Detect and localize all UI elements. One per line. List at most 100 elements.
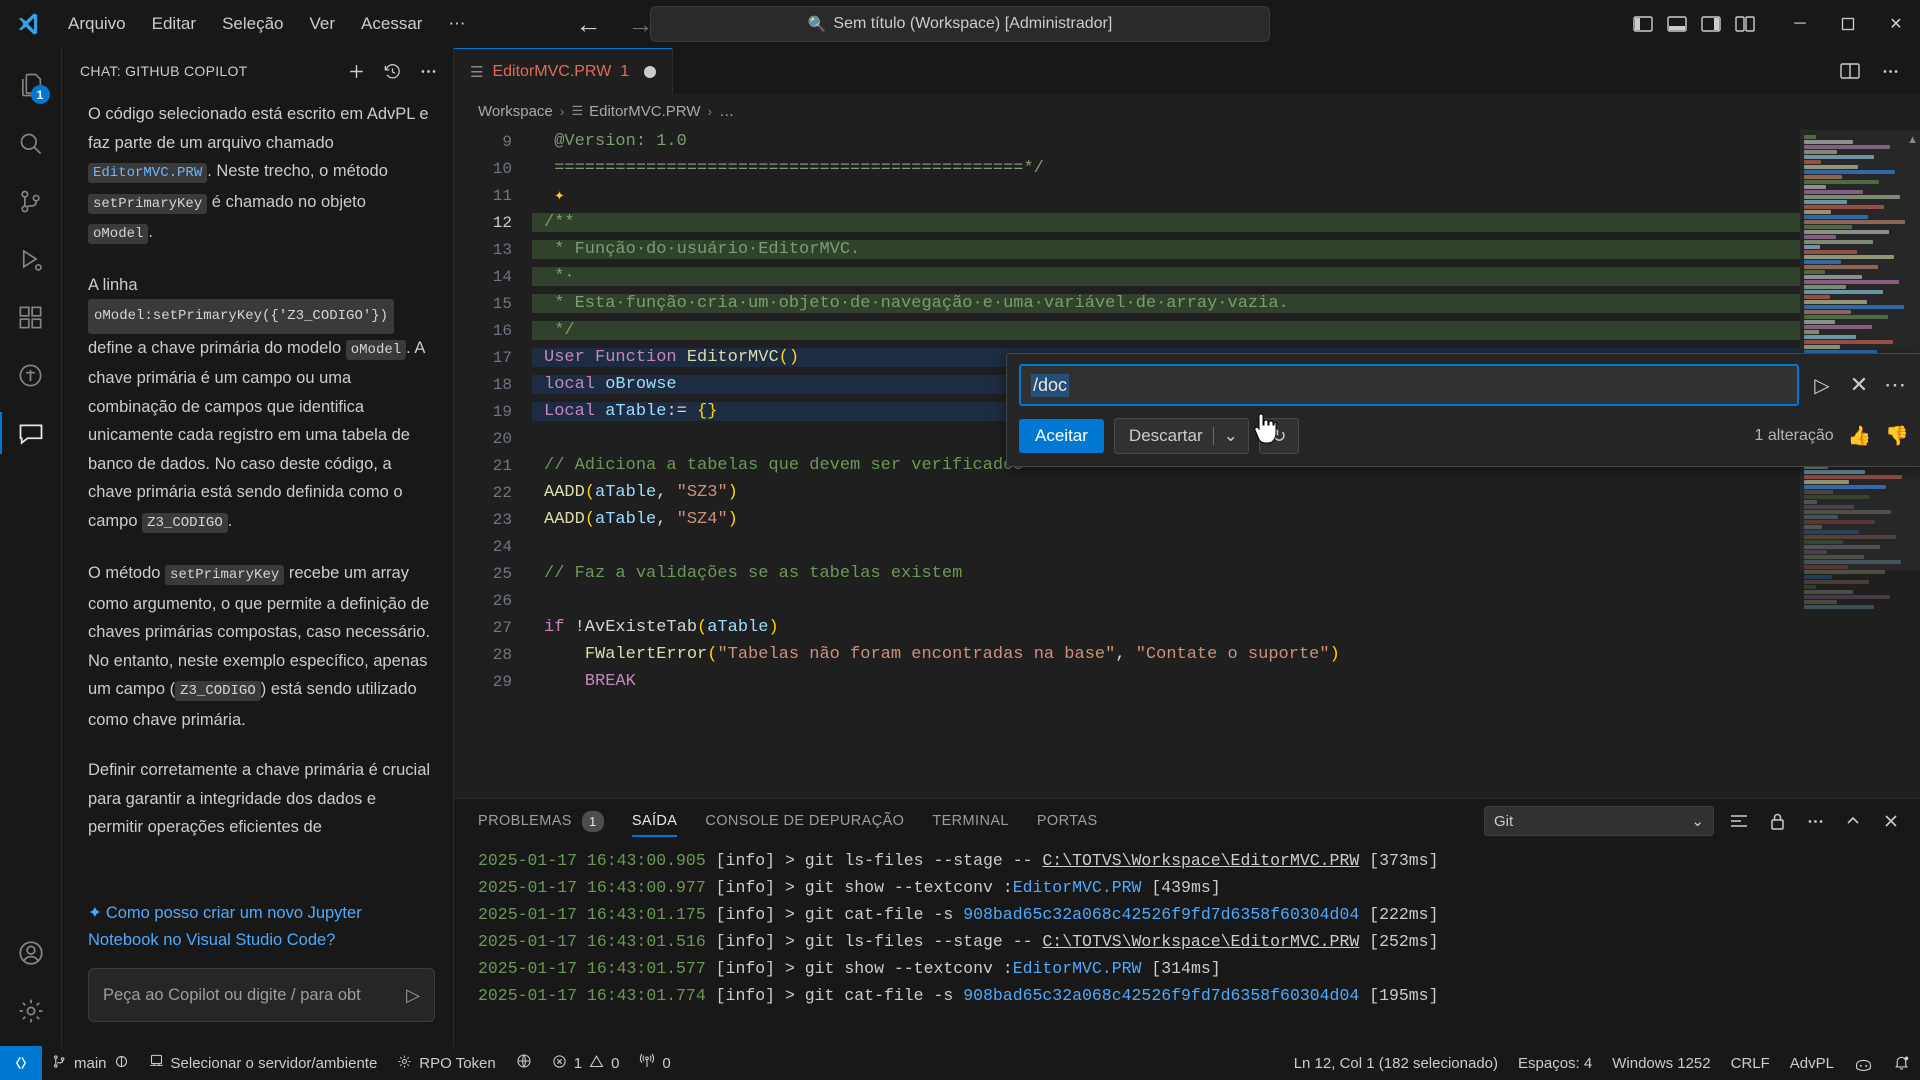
history-icon[interactable]	[377, 56, 407, 86]
code-line[interactable]: 27 if !AvExisteTab(aTable)	[454, 614, 1800, 641]
code-line[interactable]: 29 BREAK	[454, 668, 1800, 695]
chat-input-box[interactable]: Peça ao Copilot ou digite / para obt ▷	[88, 968, 435, 1022]
maximize-panel-icon[interactable]	[1840, 808, 1866, 834]
inline-chat-widget[interactable]: /doc ▷ ✕ ⋯ Aceitar Descartar ⌄ ↻ 1 alter…	[1006, 353, 1920, 467]
new-chat-icon[interactable]	[341, 56, 371, 86]
panel-tab-saida[interactable]: SAÍDA	[631, 799, 678, 843]
send-icon[interactable]: ▷	[1807, 373, 1837, 398]
close-icon[interactable]: ✕	[1845, 372, 1873, 398]
panel-right-icon[interactable]	[1696, 9, 1726, 39]
code-text[interactable]: BREAK	[532, 672, 1800, 691]
discard-button[interactable]: Descartar ⌄	[1113, 418, 1249, 454]
code-line[interactable]: 12 /**	[454, 209, 1800, 236]
menu-editar[interactable]: Editar	[140, 10, 208, 38]
close-panel-icon[interactable]	[1878, 808, 1904, 834]
rerun-icon[interactable]: ↻	[1258, 418, 1299, 454]
code-line[interactable]: 10 =====================================…	[454, 155, 1800, 182]
lock-icon[interactable]	[1764, 808, 1790, 834]
panel-tab-console-depuracao[interactable]: CONSOLE DE DEPURAÇÃO	[705, 799, 904, 843]
code-line[interactable]: 24	[454, 533, 1800, 560]
status-branch[interactable]: main	[42, 1046, 139, 1080]
output-link[interactable]: C:\TOTVS\Workspace\EditorMVC.PRW	[1042, 851, 1359, 870]
status-encoding[interactable]: Windows 1252	[1602, 1046, 1720, 1080]
output-channel-select[interactable]: Git ⌄	[1484, 806, 1714, 836]
clear-output-icon[interactable]	[1726, 808, 1752, 834]
code-line[interactable]: 11 ✦	[454, 182, 1800, 209]
code-text[interactable]: @Version: 1.0	[532, 132, 1800, 151]
code-line[interactable]: 23 AADD(aTable, "SZ4")	[454, 506, 1800, 533]
code-line[interactable]: 15 * Esta·função·cria·um·objeto·de·naveg…	[454, 290, 1800, 317]
panel-tab-problemas[interactable]: PROBLEMAS 1	[478, 799, 604, 843]
code-text[interactable]: AADD(aTable, "SZ4")	[532, 510, 1800, 529]
code-text[interactable]: * Esta·função·cria·um·objeto·de·navegaçã…	[532, 294, 1800, 313]
panel-bottom-icon[interactable]	[1662, 9, 1692, 39]
breadcrumb-file[interactable]: ☰ EditorMVC.PRW	[571, 103, 700, 120]
output-link[interactable]: 908bad65c32a068c42526f9fd7d6358f60304d04	[963, 905, 1359, 924]
code-line[interactable]: 26	[454, 587, 1800, 614]
status-rpo-token[interactable]: RPO Token	[387, 1046, 505, 1080]
code-text[interactable]: ✦	[532, 185, 1800, 206]
code-line[interactable]: 14 *·	[454, 263, 1800, 290]
send-icon[interactable]: ▷	[406, 985, 420, 1006]
chat-suggestion[interactable]: ✦ Como posso criar um novo Jupyter Notebo…	[62, 892, 453, 954]
menu-acessar[interactable]: Acessar	[349, 10, 434, 38]
code-text[interactable]: /**	[532, 213, 1800, 232]
panel-tab-terminal[interactable]: TERMINAL	[932, 799, 1009, 843]
activity-item-totvs[interactable]	[0, 346, 62, 404]
status-indentation[interactable]: Espaços: 4	[1508, 1046, 1602, 1080]
chevron-down-icon[interactable]: ⌄	[1224, 426, 1238, 446]
activity-item-settings[interactable]	[0, 982, 62, 1040]
code-line[interactable]: 16 */	[454, 317, 1800, 344]
bell-dot-icon[interactable]	[1883, 1046, 1920, 1080]
code-text[interactable]: // Faz a validações se as tabelas existe…	[532, 564, 1800, 583]
status-problems[interactable]: 1 0	[542, 1046, 630, 1080]
code-line[interactable]: 25 // Faz a validações se as tabelas exis…	[454, 560, 1800, 587]
thumbs-up-icon[interactable]: 👍	[1848, 424, 1872, 448]
status-language-mode[interactable]: AdvPL	[1780, 1046, 1844, 1080]
code-line[interactable]: 22 AADD(aTable, "SZ3")	[454, 479, 1800, 506]
thumbs-down-icon[interactable]: 👎	[1885, 424, 1909, 448]
activity-item-extensions[interactable]	[0, 288, 62, 346]
activity-item-source-control[interactable]	[0, 172, 62, 230]
menu-ver[interactable]: Ver	[298, 10, 348, 38]
code-text[interactable]: */	[532, 321, 1800, 340]
output-content[interactable]: 2025-01-17 16:43:00.905 [info] > git ls-…	[454, 843, 1920, 1046]
status-server-select[interactable]: Selecionar o servidor/ambiente	[139, 1046, 388, 1080]
code-text[interactable]: * Função·do·usuário·EditorMVC.	[532, 240, 1800, 259]
copilot-icon[interactable]	[1844, 1046, 1883, 1080]
activity-item-explorer[interactable]: 1	[0, 56, 62, 114]
status-cursor-position[interactable]: Ln 12, Col 1 (182 selecionado)	[1284, 1046, 1508, 1080]
code-text[interactable]: AADD(aTable, "SZ3")	[532, 483, 1800, 502]
command-center-search[interactable]: 🔍 Sem título (Workspace) [Administrador]	[650, 6, 1270, 42]
menu-more-icon[interactable]: ⋯	[436, 10, 477, 38]
accept-button[interactable]: Aceitar	[1019, 419, 1104, 453]
breadcrumb-symbol[interactable]: …	[719, 103, 734, 120]
ellipsis-icon[interactable]: ⋯	[1881, 372, 1909, 398]
scroll-up-icon[interactable]: ▲	[1907, 134, 1918, 146]
breadcrumb-workspace[interactable]: Workspace	[478, 103, 553, 120]
code-line[interactable]: 9 @Version: 1.0	[454, 128, 1800, 155]
editor-more-actions-icon[interactable]	[1874, 55, 1906, 87]
panel-tab-portas[interactable]: PORTAS	[1037, 799, 1098, 843]
tab-editormvc-prw[interactable]: ☰ EditorMVC.PRW 1	[454, 48, 674, 94]
menu-arquivo[interactable]: Arquivo	[56, 10, 138, 38]
code-editor[interactable]: 9 @Version: 1.0 10 ======================…	[454, 128, 1920, 798]
minimize-button[interactable]: ─	[1776, 0, 1824, 48]
code-line[interactable]: 28 FWalertError("Tabelas não foram encon…	[454, 641, 1800, 668]
panel-left-icon[interactable]	[1628, 9, 1658, 39]
activity-item-chat[interactable]	[0, 404, 62, 462]
code-text[interactable]: ========================================…	[532, 159, 1800, 178]
sync-icon[interactable]	[114, 1054, 129, 1073]
code-text[interactable]: if !AvExisteTab(aTable)	[532, 618, 1800, 637]
remote-indicator-icon[interactable]	[0, 1046, 42, 1080]
close-button[interactable]: ✕	[1872, 0, 1920, 48]
output-link[interactable]: EditorMVC.PRW	[1013, 959, 1142, 978]
maximize-button[interactable]	[1824, 0, 1872, 48]
output-link[interactable]: EditorMVC.PRW	[1013, 878, 1142, 897]
code-text[interactable]: FWalertError("Tabelas não foram encontra…	[532, 645, 1800, 664]
panel-more-actions-icon[interactable]	[1802, 808, 1828, 834]
code-text[interactable]: *·	[532, 267, 1800, 286]
inline-chat-input[interactable]: /doc	[1019, 364, 1799, 406]
chat-more-actions-icon[interactable]	[413, 56, 443, 86]
activity-item-accounts[interactable]	[0, 924, 62, 982]
